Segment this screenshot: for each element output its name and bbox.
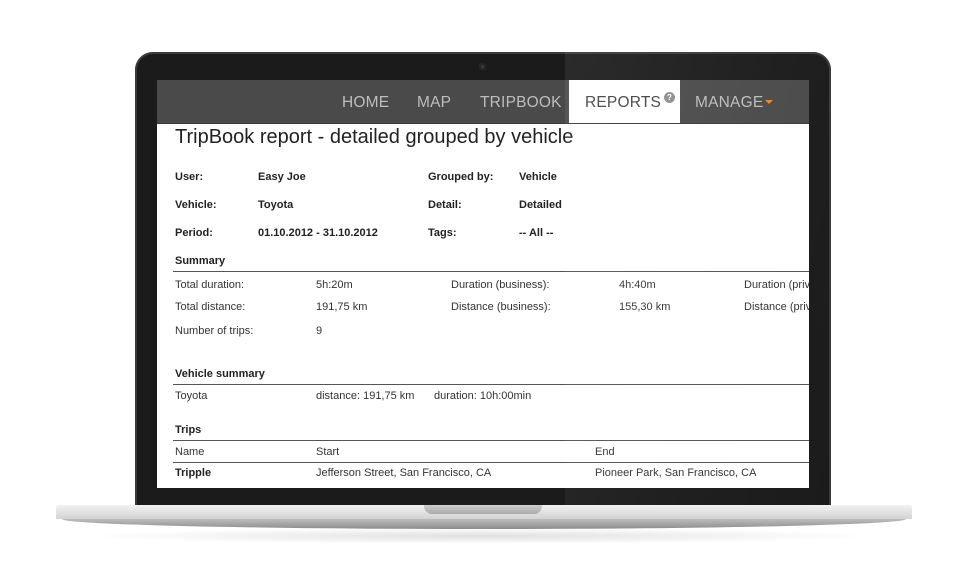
trip-row-end: Pioneer Park, San Francisco, CA [595,467,757,479]
period-value: 01.10.2012 - 31.10.2012 [258,227,378,239]
nav-home[interactable]: HOME [342,80,389,123]
vehicle-value: Toyota [258,199,294,211]
duration-business-value: 4h:40m [619,279,656,291]
vehicle-summary-heading: Vehicle summary [175,368,265,380]
laptop-shadow [80,528,880,544]
nav-reports-label: REPORTS [585,94,662,111]
trips-heading: Trips [175,424,202,436]
distance-business-label: Distance (business): [451,301,551,313]
trips-column-end[interactable]: End [595,446,615,458]
number-of-trips-value: 9 [316,325,323,337]
trips-header-divider [173,462,809,463]
nav-reports[interactable]: REPORTS? [569,80,680,123]
page-title: TripBook report - detailed grouped by ve… [175,126,574,148]
total-duration-label: Total duration: [175,279,245,291]
help-badge-icon[interactable]: ? [664,92,676,103]
user-value: Easy Joe [258,171,306,183]
distance-business-value: 155,30 km [619,301,671,313]
top-navbar: HOME MAP TRIPBOOK REPORTS? MANAGE [157,80,809,124]
vehicle-summary-name: Toyota [175,390,208,402]
tags-value: -- All -- [519,227,554,239]
camera-icon [479,63,486,70]
total-distance-value: 191,75 km [316,301,368,313]
distance-private-label: Distance (priv [744,301,809,313]
trips-divider [173,440,809,441]
user-label: User: [175,171,204,183]
detail-label: Detail: [428,199,462,211]
total-duration-value: 5h:20m [316,279,353,291]
vehicle-summary-distance: distance: 191,75 km [316,390,415,402]
period-label: Period: [175,227,213,239]
nav-map[interactable]: MAP [417,80,451,123]
laptop-screen: HOME MAP TRIPBOOK REPORTS? MANAGE TripBo… [157,80,809,488]
nav-manage-label: MANAGE [695,94,764,111]
trip-row-start: Jefferson Street, San Francisco, CA [316,467,492,479]
nav-tripbook[interactable]: TRIPBOOK [480,80,562,123]
duration-private-label: Duration (priv [744,279,809,291]
duration-business-label: Duration (business): [451,279,550,291]
summary-heading: Summary [175,255,226,267]
grouped-by-label: Grouped by: [428,171,494,183]
vehicle-summary-divider [173,384,809,385]
grouped-by-value: Vehicle [519,171,557,183]
number-of-trips-label: Number of trips: [175,325,254,337]
detail-value: Detailed [519,199,562,211]
nav-manage-dropdown[interactable]: MANAGE [695,80,774,123]
vehicle-label: Vehicle: [175,199,217,211]
trip-row-name[interactable]: Tripple [175,467,211,479]
report-content: TripBook report - detailed grouped by ve… [157,123,809,488]
trips-column-name[interactable]: Name [175,446,204,458]
total-distance-label: Total distance: [175,301,246,313]
caret-down-icon [765,100,774,104]
laptop-notch [424,505,542,514]
summary-divider [173,271,809,272]
tags-label: Tags: [428,227,457,239]
trips-column-start[interactable]: Start [316,446,339,458]
vehicle-summary-duration: duration: 10h:00min [434,390,532,402]
laptop-lid: HOME MAP TRIPBOOK REPORTS? MANAGE TripBo… [135,52,831,508]
